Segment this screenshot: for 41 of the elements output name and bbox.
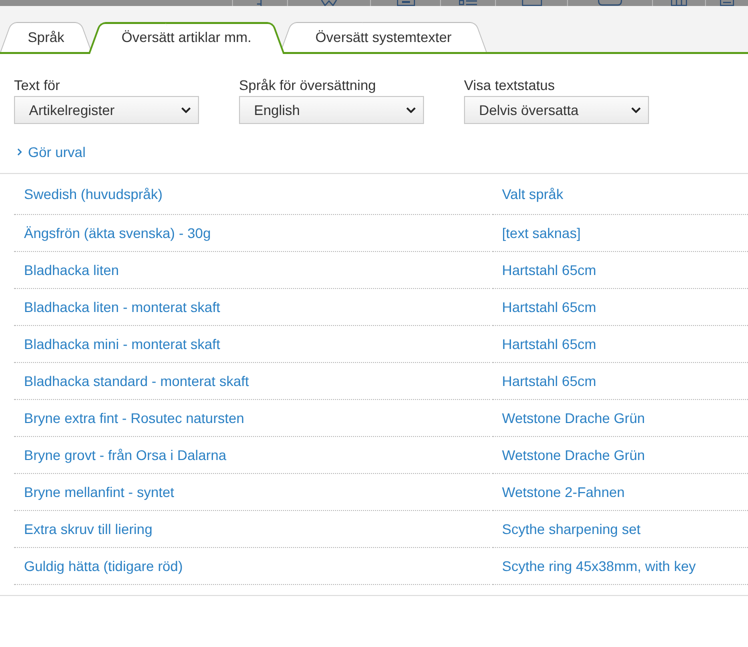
article-link[interactable]: Bryne grovt - från Orsa i Dalarna (24, 447, 226, 463)
selection-toggle-link[interactable]: Gör urval (17, 143, 86, 161)
translation-link[interactable]: Hartstahl 65cm (502, 262, 596, 278)
column-header: Swedish (huvudspråk) (24, 186, 163, 202)
article-link[interactable]: Bryne mellanfint - syntet (24, 484, 174, 500)
translation-link[interactable]: Scythe sharpening set (502, 521, 641, 537)
cabinet-icon[interactable] (671, 0, 687, 6)
chevron-down-icon (631, 107, 641, 113)
chevron-right-icon (17, 148, 22, 156)
translation-link[interactable]: Hartstahl 65cm (502, 336, 596, 352)
list-icon[interactable] (459, 0, 477, 6)
chevron-down-icon (181, 107, 191, 113)
article-link[interactable]: Bladhacka liten (24, 262, 119, 278)
article-link[interactable]: Bryne extra fint - Rosutec natursten (24, 410, 244, 426)
select-field[interactable]: English (239, 96, 424, 124)
select-field[interactable]: Delvis översatta (464, 96, 649, 124)
article-link[interactable]: Bladhacka standard - monterat skaft (24, 373, 249, 389)
vertical-line-icon[interactable] (257, 0, 263, 6)
translation-link[interactable]: Hartstahl 65cm (502, 373, 596, 389)
article-link[interactable]: Bladhacka mini - monterat skaft (24, 336, 220, 352)
panel-icon[interactable] (522, 0, 542, 6)
select-field[interactable]: Artikelregister (14, 96, 199, 124)
translation-link[interactable]: Wetstone Drache Grün (502, 410, 645, 426)
article-link[interactable]: Ängsfrön (äkta svenska) - 30g (24, 225, 211, 241)
chevron-down-icon (406, 107, 416, 113)
field-label: Visa textstatus (464, 76, 555, 94)
zigzag-icon[interactable] (321, 0, 337, 6)
image-icon[interactable] (396, 0, 414, 6)
document-icon[interactable] (720, 0, 734, 6)
article-link[interactable]: Bladhacka liten - monterat skaft (24, 299, 220, 315)
translation-link[interactable]: Scythe ring 45x38mm, with key (502, 558, 696, 574)
translation-link[interactable]: [text saknas] (502, 225, 581, 241)
translation-link[interactable]: Wetstone Drache Grün (502, 447, 645, 463)
translation-link[interactable]: Hartstahl 65cm (502, 299, 596, 315)
field-label: Språk för översättning (239, 76, 376, 94)
article-link[interactable]: Extra skruv till liering (24, 521, 152, 537)
translation-link[interactable]: Wetstone 2-Fahnen (502, 484, 625, 500)
van-icon[interactable] (598, 0, 622, 6)
column-header: Valt språk (502, 186, 564, 202)
article-link[interactable]: Guldig hätta (tidigare röd) (24, 558, 183, 574)
field-label: Text för (14, 76, 60, 94)
